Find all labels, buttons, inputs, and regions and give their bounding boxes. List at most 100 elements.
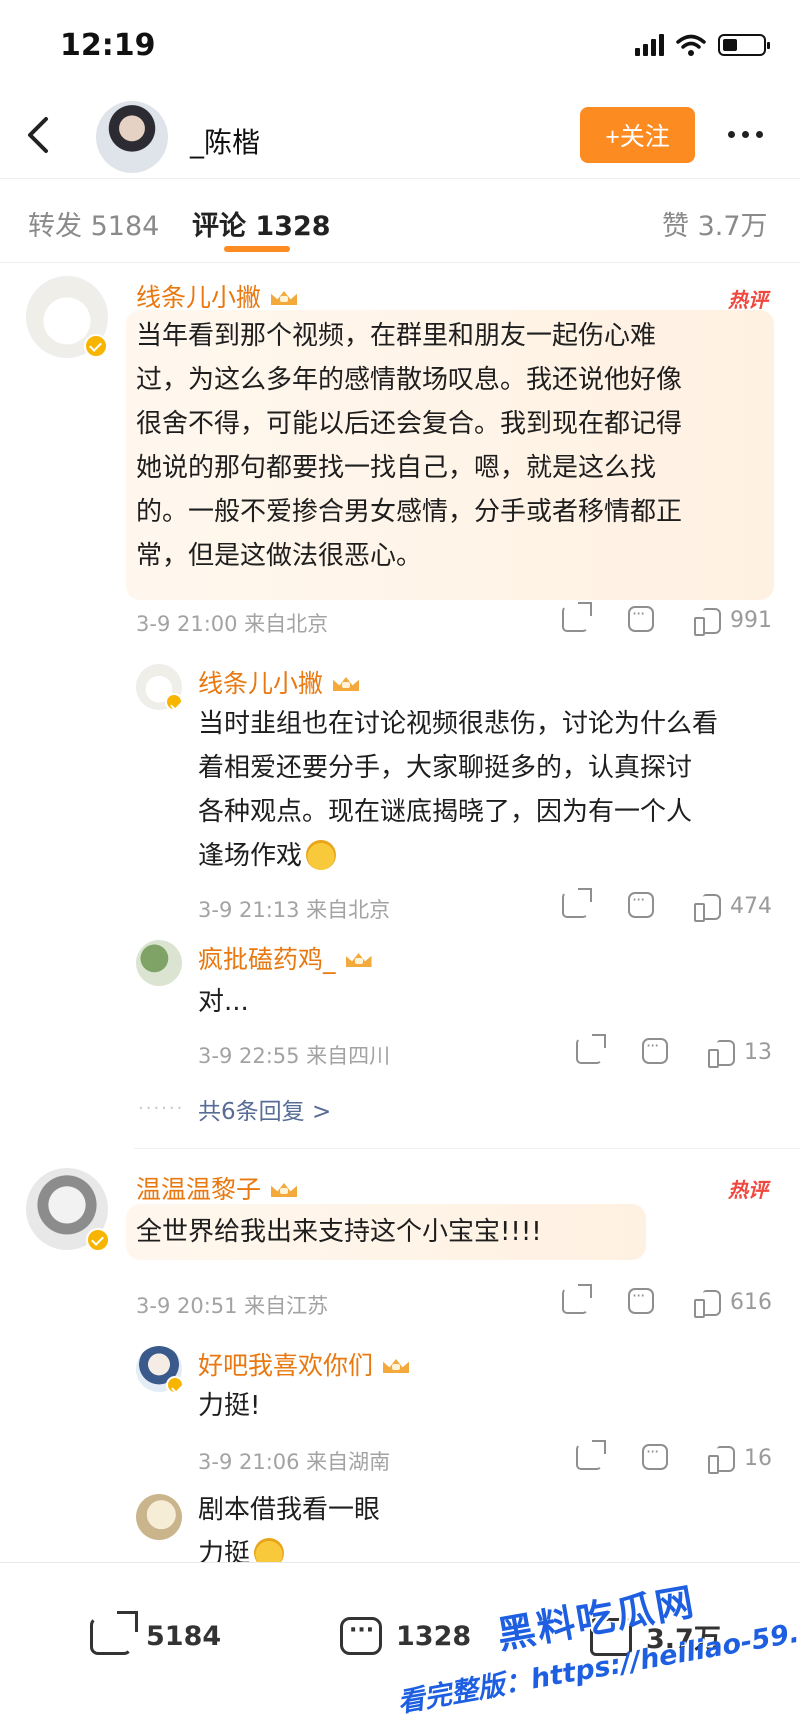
verified-badge-icon [86,1228,110,1252]
reply-avatar[interactable] [136,940,182,986]
comment-icon [628,604,654,632]
reply-button[interactable] [642,1442,668,1470]
comment-text: 当年看到那个视频，在群里和朋友一起伤心难 过，为这么多年的感情散场叹息。我还说他… [136,314,766,578]
like-button[interactable]: 13 [708,1038,772,1068]
commenter-name-text: 温温温黎子 [136,1175,262,1204]
reply-author-name[interactable]: 好吧我喜欢你们 [198,1346,411,1382]
repost-button[interactable] [562,602,592,632]
reply-avatar[interactable] [136,1494,182,1540]
reply-button[interactable] [628,890,654,918]
share-icon [576,1440,606,1470]
author-avatar[interactable] [96,101,168,173]
hot-comment-badge: 热评 [728,1178,768,1202]
like-button[interactable]: 616 [694,1288,772,1318]
tab-active-indicator [224,246,290,252]
reply-line: 剧本借我看一眼 [198,1495,381,1525]
comment-icon [628,890,654,918]
crown-badge-icon [381,1353,411,1375]
reply-avatar[interactable] [136,664,183,711]
more-options-icon[interactable] [728,131,763,138]
reply-meta: 3-9 21:13 来自北京 [198,898,391,922]
reply-line: 力挺! [198,1391,261,1421]
tab-reposts[interactable]: 转发 5184 [28,204,159,243]
wifi-icon [676,34,706,56]
like-button[interactable]: 991 [694,606,772,636]
reply-avatar[interactable] [136,1346,184,1394]
verified-badge-icon [165,693,183,711]
tab-reposts-count: 5184 [90,211,160,242]
tab-likes[interactable]: 赞 3.7万 [662,204,768,243]
comment-icon [642,1036,668,1064]
repost-button[interactable] [562,888,592,918]
repost-button[interactable] [576,1440,606,1470]
reply-button[interactable] [628,1286,654,1314]
follow-button[interactable]: +关注 [580,107,695,163]
view-more-replies-link[interactable]: 共6条回复 > [198,1092,331,1126]
like-count: 16 [744,1445,772,1471]
thumbs-up-icon [708,1038,736,1068]
like-button[interactable]: 474 [694,892,772,922]
repost-button[interactable] [576,1034,606,1064]
commenter-name-text: 线条儿小撇 [136,283,262,312]
reply-text: 力挺! [198,1384,778,1428]
reply-button[interactable] [642,1036,668,1064]
status-bar: 12:19 [0,0,800,95]
tab-likes-label: 赞 [662,211,689,242]
reply-line-text: 逢场作戏 [198,841,303,871]
comment-line: 常，但是这做法很恶心。 [136,541,423,571]
like-count: 13 [744,1039,772,1065]
verified-badge-icon [166,1376,184,1394]
reply-author-text: 线条儿小撇 [198,669,324,698]
reply-line: 对... [198,987,249,1017]
reply-line: 着相爱还要分手，大家聊挺多的，认真探讨 [198,753,693,783]
comment-line: 很舍不得，可能以后还会复合。我到现在都记得 [136,409,683,439]
tab-comments[interactable]: 评论 1328 [192,204,331,243]
crown-badge-icon [269,1177,299,1199]
profile-header: _陈楷 +关注 [0,95,800,175]
reply-meta: 3-9 21:06 来自湖南 [198,1450,391,1474]
commenter-name[interactable]: 线条儿小撇 [136,278,299,314]
bottom-repost-count: 5184 [146,1620,222,1652]
like-count: 616 [730,1289,772,1315]
bottom-repost-button[interactable]: 5184 [90,1611,222,1655]
tab-comments-count: 1328 [255,211,331,242]
comment-icon [642,1442,668,1470]
comment-line: 她说的那句都要找一找自己，嗯，就是这么找 [136,453,657,483]
back-arrow-icon[interactable] [20,113,60,157]
tab-bar: 转发 5184 评论 1328 赞 3.7万 [0,188,800,260]
header-divider [0,178,800,179]
comment-line: 当年看到那个视频，在群里和朋友一起伤心难 [136,321,657,351]
commenter-avatar[interactable] [26,1168,110,1252]
reply-dots: ······ [138,1098,185,1119]
comment-item: 温温温黎子 热评 全世界给我出来支持这个小宝宝!!!! 3-9 20:51 来自… [0,1150,800,1569]
like-count: 991 [730,607,772,633]
comment-line: 全世界给我出来支持这个小宝宝!!!! [136,1217,542,1247]
share-icon [562,888,592,918]
tab-comments-label: 评论 [192,211,246,242]
comment-icon [628,1286,654,1314]
signal-icon [635,34,664,56]
reply-author-name[interactable]: 线条儿小撇 [198,664,361,700]
reply-button[interactable] [628,604,654,632]
thumbs-up-icon [694,606,722,636]
comment-meta: 3-9 21:00 来自北京 [136,612,329,636]
reply-line: 当时韭组也在讨论视频很悲伤，讨论为什么看 [198,709,719,739]
commenter-avatar[interactable] [26,276,108,358]
comment-line: 过，为这么多年的感情散场叹息。我还说他好像 [136,365,683,395]
thumbs-up-icon [694,892,722,922]
reply-author-name[interactable]: 疯批磕药鸡_ [198,940,374,976]
author-name[interactable]: _陈楷 [190,121,260,161]
like-button[interactable]: 16 [708,1444,772,1474]
like-count: 474 [730,893,772,919]
share-icon [562,1284,592,1314]
thumbs-up-icon [694,1288,722,1318]
share-icon [90,1611,138,1655]
commenter-name[interactable]: 温温温黎子 [136,1170,299,1206]
repost-button[interactable] [562,1284,592,1314]
reply-text: 对... [198,980,778,1024]
status-icons [635,34,770,56]
reply-author-text: 疯批磕药鸡_ [198,945,336,974]
tab-reposts-label: 转发 [28,211,82,242]
battery-icon [718,34,770,56]
comment-item: 线条儿小撇 热评 当年看到那个视频，在群里和朋友一起伤心难 过，为这么多年的感情… [0,262,800,1152]
